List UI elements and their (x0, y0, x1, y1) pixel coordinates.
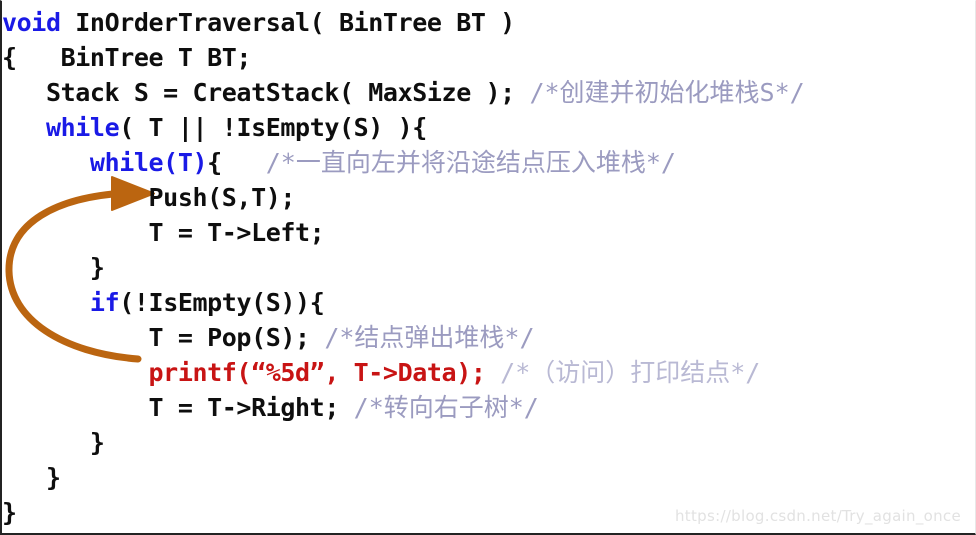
code-line: void InOrderTraversal( BinTree BT ) (2, 5, 975, 40)
code-span-kw: void (2, 8, 61, 37)
code-span-plain: Stack S = CreatStack( MaxSize ); (2, 78, 530, 107)
code-span-plain: (!IsEmpty(S)){ (119, 288, 325, 317)
code-span-plain: } (2, 498, 17, 527)
code-line: } (2, 425, 975, 460)
code-span-plain (2, 358, 149, 387)
code-line: while(T){ /*一直向左并将沿途结点压入堆栈*/ (2, 145, 975, 180)
watermark-text: https://blog.csdn.net/Try_again_once (675, 507, 961, 525)
code-span-plain: Push(S,T); (2, 183, 296, 212)
code-span-plain: T = T->Right; (2, 393, 354, 422)
code-block: void InOrderTraversal( BinTree BT ) { Bin… (2, 1, 975, 530)
code-span-plain: InOrderTraversal( BinTree BT ) (60, 8, 515, 37)
code-line: printf(“%5d”, T->Data); /*（访问）打印结点*/ (2, 355, 975, 390)
code-line: Push(S,T); (2, 180, 975, 215)
code-span-plain (2, 148, 90, 177)
code-span-plain: { (207, 148, 266, 177)
code-span-plain: T = Pop(S); (2, 323, 325, 352)
code-span-cmt: /*一直向左并将沿途结点压入堆栈*/ (265, 148, 676, 177)
code-line: T = T->Left; (2, 215, 975, 250)
code-span-kw: while(T) (89, 148, 208, 177)
code-span-plain (2, 113, 46, 142)
code-line: Stack S = CreatStack( MaxSize ); /*创建并初始… (2, 75, 975, 110)
code-span-plain: } (2, 428, 105, 457)
code-span-plain (2, 288, 90, 317)
code-span-kw: if (89, 288, 120, 317)
code-span-plain: T = T->Left; (2, 218, 325, 247)
code-span-plain: } (2, 253, 105, 282)
code-line: T = T->Right; /*转向右子树*/ (2, 390, 975, 425)
code-span-red: printf(“%5d”, T->Data); (148, 358, 501, 387)
code-span-redcmt: /*（访问）打印结点*/ (500, 358, 761, 387)
code-line: if(!IsEmpty(S)){ (2, 285, 975, 320)
code-span-plain: ( T || !IsEmpty(S) ){ (119, 113, 427, 142)
code-line: while( T || !IsEmpty(S) ){ (2, 110, 975, 145)
code-line: { BinTree T BT; (2, 40, 975, 75)
code-span-plain: } (2, 463, 61, 492)
code-line: } (2, 250, 975, 285)
code-span-kw: while (45, 113, 120, 142)
code-line: } (2, 460, 975, 495)
code-line: T = Pop(S); /*结点弹出堆栈*/ (2, 320, 975, 355)
code-span-cmt: /*创建并初始化堆栈S*/ (529, 78, 805, 107)
code-span-cmt: /*结点弹出堆栈*/ (324, 323, 535, 352)
code-span-cmt: /*转向右子树*/ (353, 393, 539, 422)
code-span-plain: { BinTree T BT; (2, 43, 252, 72)
slide-canvas: void InOrderTraversal( BinTree BT ) { Bin… (0, 0, 976, 535)
